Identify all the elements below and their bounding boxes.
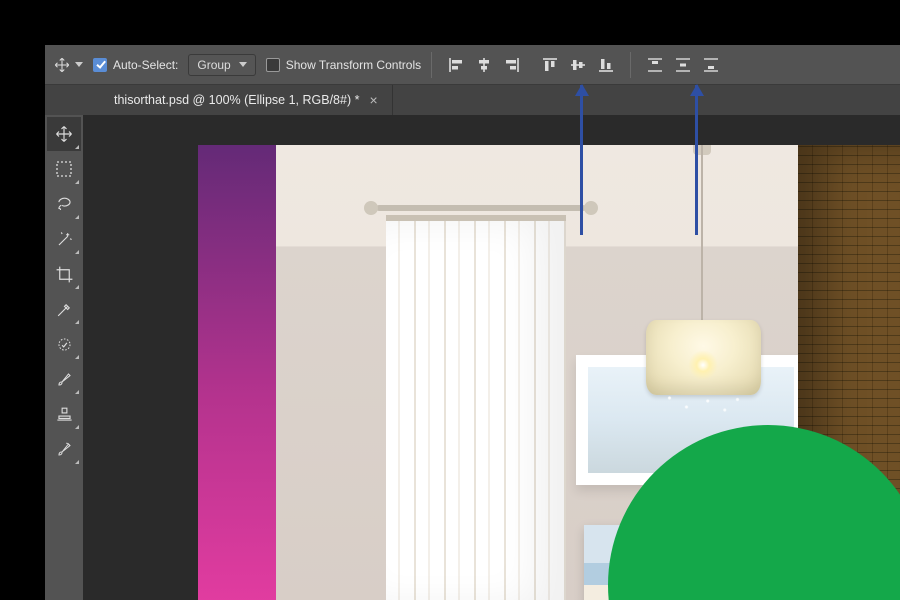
align-horizontal-centers-button[interactable] <box>470 51 498 79</box>
lasso-tool[interactable] <box>47 187 81 221</box>
crop-icon <box>55 265 74 284</box>
tools-panel <box>45 115 83 600</box>
distribute-top-icon <box>646 56 664 74</box>
lasso-icon <box>55 195 74 214</box>
align-vertical-centers-button[interactable] <box>564 51 592 79</box>
distribute-top-button[interactable] <box>641 51 669 79</box>
document-tab[interactable]: thisorthat.psd @ 100% (Ellipse 1, RGB/8#… <box>100 85 393 115</box>
close-icon[interactable]: × <box>369 92 377 108</box>
crop-tool[interactable] <box>47 257 81 291</box>
stamp-icon <box>55 405 74 424</box>
photoshop-window: Auto-Select: Group Show Transform Contro… <box>45 45 900 600</box>
dropdown-value: Group <box>197 58 230 72</box>
checkbox-icon <box>266 58 280 72</box>
brush-tool[interactable] <box>47 362 81 396</box>
document-canvas[interactable] <box>198 145 900 600</box>
divider <box>431 52 432 78</box>
align-left-edges-button[interactable] <box>442 51 470 79</box>
magic-wand-tool[interactable] <box>47 222 81 256</box>
move-tool[interactable] <box>47 117 81 151</box>
align-bottom-edges-icon <box>597 56 615 74</box>
wand-icon <box>55 230 74 249</box>
distribute-bottom-icon <box>702 56 720 74</box>
auto-select-target-dropdown[interactable]: Group <box>188 54 255 76</box>
chevron-down-icon <box>75 62 83 67</box>
curtain <box>386 215 566 600</box>
align-right-edges-button[interactable] <box>498 51 526 79</box>
auto-select-label: Auto-Select: <box>113 58 178 72</box>
show-transform-label: Show Transform Controls <box>286 58 421 72</box>
pendant-crystals <box>661 395 746 425</box>
pendant-cord <box>701 145 703 325</box>
align-top-edges-button[interactable] <box>536 51 564 79</box>
history-brush-icon <box>55 440 74 459</box>
rectangular-marquee-tool[interactable] <box>47 152 81 186</box>
brush-icon <box>55 370 74 389</box>
align-horizontal-centers-icon <box>475 56 493 74</box>
align-top-edges-icon <box>541 56 559 74</box>
clone-stamp-tool[interactable] <box>47 397 81 431</box>
move-tool-indicator[interactable] <box>53 56 83 74</box>
chevron-down-icon <box>239 62 247 67</box>
align-edges-group-2 <box>536 51 620 79</box>
eyedropper-icon <box>55 300 74 319</box>
workspace <box>45 115 900 600</box>
eyedropper-tool[interactable] <box>47 292 81 326</box>
document-tab-bar: thisorthat.psd @ 100% (Ellipse 1, RGB/8#… <box>45 85 900 115</box>
align-right-edges-icon <box>503 56 521 74</box>
align-left-edges-icon <box>447 56 465 74</box>
distribute-group <box>641 51 725 79</box>
align-vertical-centers-icon <box>569 56 587 74</box>
auto-select-checkbox[interactable]: Auto-Select: <box>93 58 178 72</box>
distribute-vcenters-icon <box>674 56 692 74</box>
marquee-icon <box>55 160 73 178</box>
canvas-area[interactable] <box>83 115 900 600</box>
distribute-bottom-button[interactable] <box>697 51 725 79</box>
annotation-arrow-1 <box>580 85 583 235</box>
gradient-overlay <box>198 145 276 600</box>
distribute-vertical-centers-button[interactable] <box>669 51 697 79</box>
healing-icon <box>55 335 74 354</box>
align-bottom-edges-button[interactable] <box>592 51 620 79</box>
move-icon <box>54 124 74 144</box>
divider <box>630 52 631 78</box>
document-tab-title: thisorthat.psd @ 100% (Ellipse 1, RGB/8#… <box>114 93 359 107</box>
move-icon <box>53 56 71 74</box>
align-edges-group-1 <box>442 51 526 79</box>
checkbox-icon <box>93 58 107 72</box>
options-bar: Auto-Select: Group Show Transform Contro… <box>45 45 900 85</box>
annotation-arrow-2 <box>695 85 698 235</box>
show-transform-controls-checkbox[interactable]: Show Transform Controls <box>266 58 421 72</box>
history-brush-tool[interactable] <box>47 432 81 466</box>
spot-healing-brush-tool[interactable] <box>47 327 81 361</box>
curtain-rod <box>376 205 586 211</box>
pendant-glow <box>688 350 718 380</box>
